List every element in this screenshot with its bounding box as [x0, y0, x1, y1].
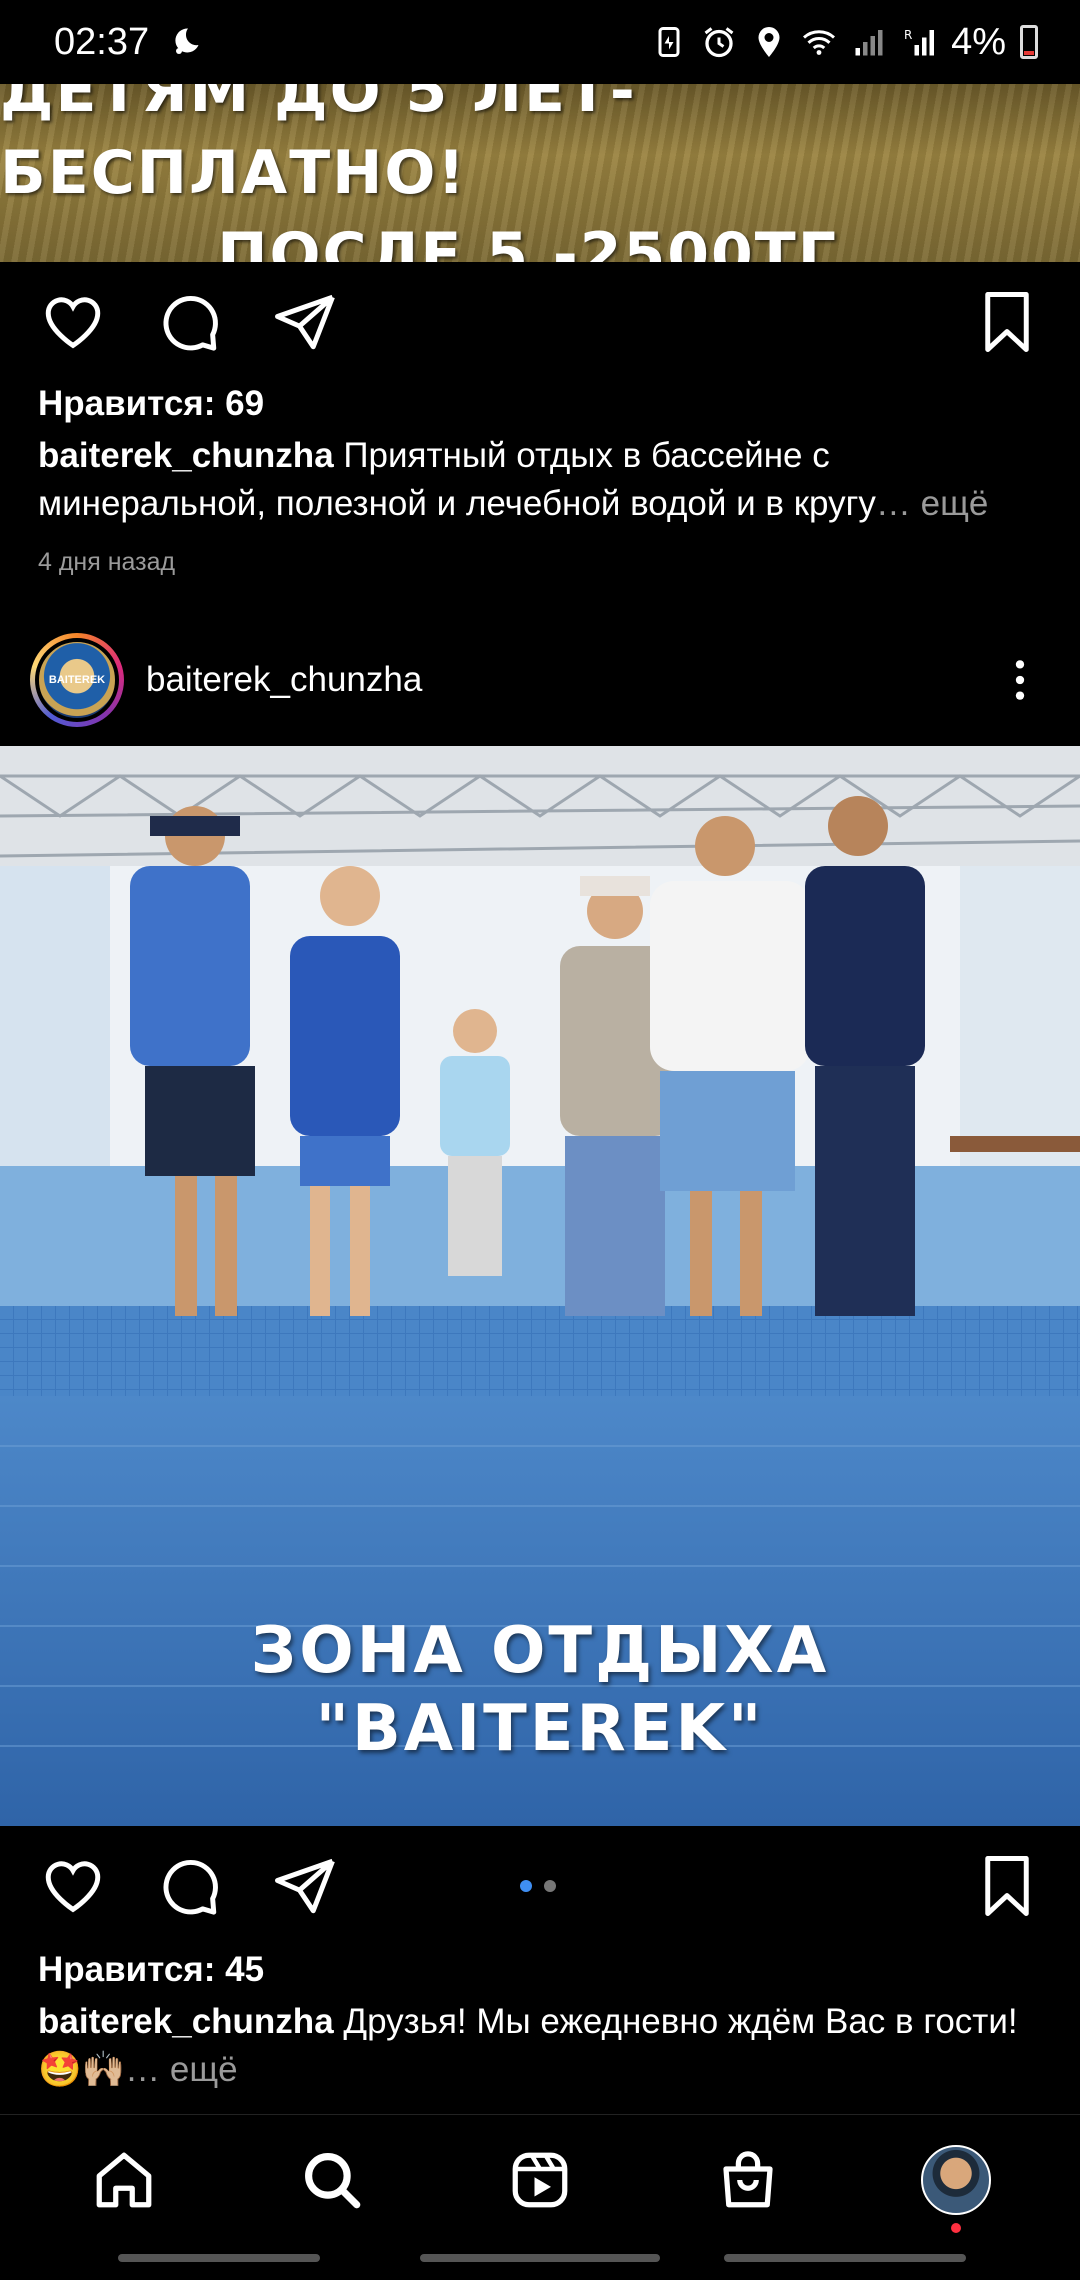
status-bar: 02:37 R 4% [0, 0, 1080, 84]
comment-button[interactable] [152, 1849, 226, 1923]
status-time: 02:37 [54, 20, 150, 63]
send-icon [275, 294, 335, 350]
more-link[interactable]: … ещё [125, 2050, 237, 2089]
heart-icon [45, 297, 101, 349]
post-caption[interactable]: baiterek_chunzha Друзья! Мы ежедневно жд… [38, 1998, 1048, 2094]
post-image[interactable]: ЗОНА ОТДЫХА "BAITEREK" [0, 746, 1080, 1826]
post-actions [0, 1826, 1080, 1946]
bookmark-icon [985, 1856, 1029, 1916]
heart-icon [45, 1861, 101, 1913]
post-caption[interactable]: baiterek_chunzha Приятный отдых в бассей… [38, 432, 1048, 528]
banner-text-line1: ДЕТЯМ ДО 5 ЛЕТ- БЕСПЛАТНО! [0, 84, 637, 208]
search-icon [305, 2152, 361, 2208]
save-button[interactable] [970, 285, 1044, 359]
share-button[interactable] [268, 285, 342, 359]
gesture-bar-center[interactable] [420, 2254, 660, 2262]
reels-icon [512, 2152, 568, 2207]
like-button[interactable] [36, 1849, 110, 1923]
nav-profile[interactable] [911, 2135, 1001, 2233]
comment-button[interactable] [152, 285, 226, 359]
notification-dot [951, 2222, 961, 2233]
gesture-bar-left [118, 2254, 320, 2262]
like-button[interactable] [36, 285, 110, 359]
signal-roaming-icon: R [901, 24, 937, 60]
overlay-text-line1: ЗОНА ОТДЫХА [250, 1614, 830, 1688]
home-icon [96, 2152, 152, 2207]
caption-username[interactable]: baiterek_chunzha [38, 2002, 334, 2041]
post-username[interactable]: baiterek_chunzha [146, 660, 422, 700]
likes-count[interactable]: Нравится: 69 [38, 384, 264, 424]
nav-home[interactable] [79, 2135, 169, 2225]
avatar-logo: BAITEREK [35, 638, 119, 722]
battery-saver-icon [651, 24, 687, 60]
more-link[interactable]: … ещё [876, 484, 988, 523]
post-image-banner[interactable]: ДЕТЯМ ДО 5 ЛЕТ- БЕСПЛАТНО! ПОСЛЕ 5 -2500… [0, 84, 1080, 262]
post-time: 4 дня назад [38, 548, 176, 576]
comment-icon [163, 1860, 218, 1915]
overlay-text-line2: "BAITEREK" [315, 1692, 765, 1766]
likes-count[interactable]: Нравится: 45 [38, 1950, 264, 1990]
banner-text-line2: ПОСЛЕ 5 -2500ТГ. [217, 220, 863, 262]
post-header: BAITEREK baiterek_chunzha [0, 630, 1080, 730]
share-button[interactable] [268, 1849, 342, 1923]
caption-text: Друзья! Мы ежедневно ждём Вас в гости! [333, 2002, 1018, 2041]
alarm-icon [701, 24, 737, 60]
nav-reels[interactable] [495, 2135, 585, 2225]
bookmark-icon [985, 292, 1029, 352]
battery-icon [1020, 25, 1038, 59]
location-icon [751, 24, 787, 60]
carousel-dot [544, 1880, 556, 1892]
caption-username[interactable]: baiterek_chunzha [38, 436, 334, 475]
avatar[interactable]: BAITEREK [30, 633, 124, 727]
battery-percent: 4% [951, 20, 1006, 63]
nav-shop[interactable] [703, 2135, 793, 2225]
save-button[interactable] [970, 1849, 1044, 1923]
profile-avatar [921, 2144, 991, 2215]
post-actions [0, 262, 1080, 382]
moon-icon [167, 24, 203, 60]
svg-text:R: R [904, 28, 912, 42]
shop-icon [723, 2150, 773, 2207]
wifi-icon [801, 24, 837, 60]
signal-icon [851, 24, 887, 60]
kebab-icon [1015, 660, 1025, 700]
caption-emoji: 🤩🙌🏼 [38, 2050, 126, 2089]
comment-icon [163, 296, 218, 351]
gesture-bar-right [724, 2254, 966, 2262]
more-options-button[interactable] [990, 650, 1050, 710]
send-icon [275, 1858, 335, 1914]
instagram-feed: 02:37 R 4% ДЕТЯМ ДО 5 ЛЕТ- БЕСПЛАТНО! ПО… [0, 0, 1080, 2280]
nav-search[interactable] [287, 2135, 377, 2225]
carousel-indicator [520, 1880, 556, 1892]
bottom-nav [0, 2114, 1080, 2244]
avatar-logo-text: BAITEREK [48, 674, 106, 686]
carousel-dot-active [520, 1880, 532, 1892]
